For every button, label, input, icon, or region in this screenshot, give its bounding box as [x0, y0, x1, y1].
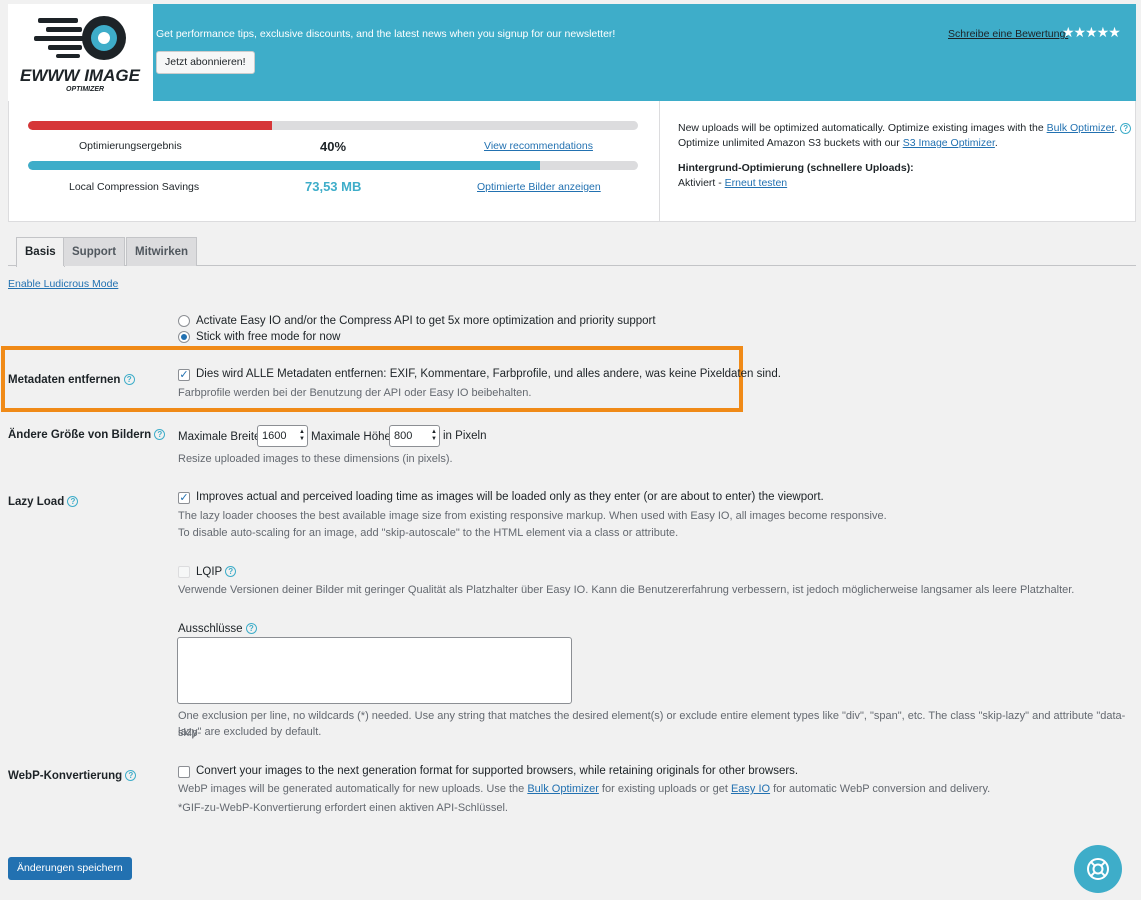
support-beacon-button[interactable] — [1074, 845, 1122, 893]
exclusions-textarea[interactable] — [177, 637, 572, 704]
ewww-logo-icon: EWWW IMAGE OPTIMIZER — [20, 16, 141, 93]
webp-label: WebP-Konvertierung ? — [8, 770, 137, 782]
exclusions-label: Ausschlüsse ? — [178, 623, 257, 635]
help-icon[interactable]: ? — [123, 374, 135, 386]
optimization-score-bar — [28, 121, 638, 130]
resize-description: Resize uploaded images to these dimensio… — [178, 453, 453, 465]
stepper-icon: ▲ ▼ — [431, 429, 437, 442]
webp-description: WebP images will be generated automatica… — [178, 783, 991, 795]
max-height-label: Maximale Höhe — [311, 431, 391, 443]
exclusions-description-1: One exclusion per line, no wildcards (*)… — [178, 710, 1126, 739]
help-icon[interactable]: ? — [67, 496, 79, 508]
help-icon[interactable]: ? — [225, 566, 237, 578]
webp-bulk-optimizer-link[interactable]: Bulk Optimizer — [527, 783, 599, 795]
mode-radio-free-label: Stick with free mode for now — [196, 331, 341, 343]
bulk-optimizer-link[interactable]: Bulk Optimizer — [1047, 122, 1115, 134]
pixel-unit-label: in Pixeln — [443, 430, 487, 442]
metadata-checkbox[interactable]: ✓ — [178, 369, 190, 381]
metadata-description: Farbprofile werden bei der Benutzung der… — [178, 387, 532, 399]
mode-radio-free[interactable] — [178, 331, 190, 343]
enable-ludicrous-mode-link[interactable]: Enable Ludicrous Mode — [8, 278, 118, 290]
mode-radio-activate-label: Activate Easy IO and/or the Compress API… — [196, 315, 656, 327]
lqip-label: LQIP ? — [196, 566, 237, 578]
webp-note: *GIF-zu-WebP-Konvertierung erfordert ein… — [178, 802, 508, 814]
s3-optimizer-link[interactable]: S3 Image Optimizer — [903, 137, 995, 149]
stepper-icon: ▲ ▼ — [299, 429, 305, 442]
tab-basis[interactable]: Basis — [16, 237, 65, 267]
help-icon[interactable]: ? — [245, 623, 257, 635]
lifebuoy-icon — [1087, 858, 1109, 880]
retest-link[interactable]: Erneut testen — [725, 177, 787, 189]
webp-checkbox[interactable] — [178, 766, 190, 778]
compression-savings-fill — [28, 161, 541, 170]
optimization-score-fill — [28, 121, 272, 130]
exclusions-description-2: lazy" are excluded by default. — [178, 726, 322, 738]
metadata-label: Metadaten entfernen ? — [8, 374, 135, 386]
lqip-description: Verwende Versionen deiner Bilder mit ger… — [178, 584, 1075, 596]
background-optimization-title: Hintergrund-Optimierung (schnellere Uplo… — [678, 162, 914, 174]
tab-support[interactable]: Support — [63, 237, 126, 266]
ewww-logo: EWWW IMAGE OPTIMIZER — [8, 4, 153, 101]
lazy-load-description-1: The lazy loader chooses the best availab… — [178, 510, 887, 522]
compression-savings-value: 73,53 MB — [305, 179, 362, 194]
compression-savings-bar — [28, 161, 638, 170]
help-icon[interactable]: ? — [154, 429, 166, 441]
svg-text:OPTIMIZER: OPTIMIZER — [66, 86, 104, 93]
resize-label: Ändere Größe von Bildern ? — [8, 429, 166, 441]
metadata-checkbox-label: Dies wird ALLE Metadaten entfernen: EXIF… — [196, 368, 781, 380]
lazy-load-description-2: To disable auto-scaling for an image, ad… — [178, 527, 679, 539]
background-optimization-status: Aktiviert - — [678, 177, 725, 189]
webp-checkbox-label: Convert your images to the next generati… — [196, 765, 799, 777]
compression-savings-label: Local Compression Savings — [69, 181, 200, 193]
auto-optimize-info: New uploads will be optimized automatica… — [678, 121, 1132, 191]
help-icon[interactable]: ? — [125, 770, 137, 782]
review-link[interactable]: Schreibe eine Bewertung. — [948, 28, 1068, 40]
max-height-input[interactable]: 800 ▲ ▼ — [389, 425, 440, 447]
view-recommendations-link[interactable]: View recommendations — [484, 140, 593, 152]
max-width-input[interactable]: 1600 ▲ ▼ — [257, 425, 308, 447]
save-changes-button[interactable]: Änderungen speichern — [8, 857, 132, 880]
newsletter-text: Get performance tips, exclusive discount… — [156, 28, 616, 40]
lqip-checkbox[interactable] — [178, 566, 190, 578]
max-width-label: Maximale Breite — [178, 431, 261, 443]
subscribe-button[interactable]: Jetzt abonnieren! — [156, 51, 255, 74]
optimization-score-label: Optimierungsergebnis — [79, 140, 182, 152]
view-optimized-images-link[interactable]: Optimierte Bilder anzeigen — [477, 181, 601, 193]
stats-divider — [659, 101, 660, 221]
easy-io-link[interactable]: Easy IO — [731, 783, 770, 795]
lazy-load-checkbox-label: Improves actual and perceived loading ti… — [196, 491, 824, 503]
lazy-load-label: Lazy Load ? — [8, 496, 79, 508]
help-icon[interactable]: ? — [1120, 122, 1132, 134]
tab-mitwirken[interactable]: Mitwirken — [126, 237, 198, 266]
lazy-load-checkbox[interactable]: ✓ — [178, 492, 190, 504]
mode-radio-activate[interactable] — [178, 315, 190, 327]
svg-text:EWWW IMAGE: EWWW IMAGE — [20, 66, 141, 85]
optimization-score-value: 40% — [320, 139, 347, 154]
rating-stars-icon[interactable]: ★★★★★ — [1062, 24, 1121, 41]
